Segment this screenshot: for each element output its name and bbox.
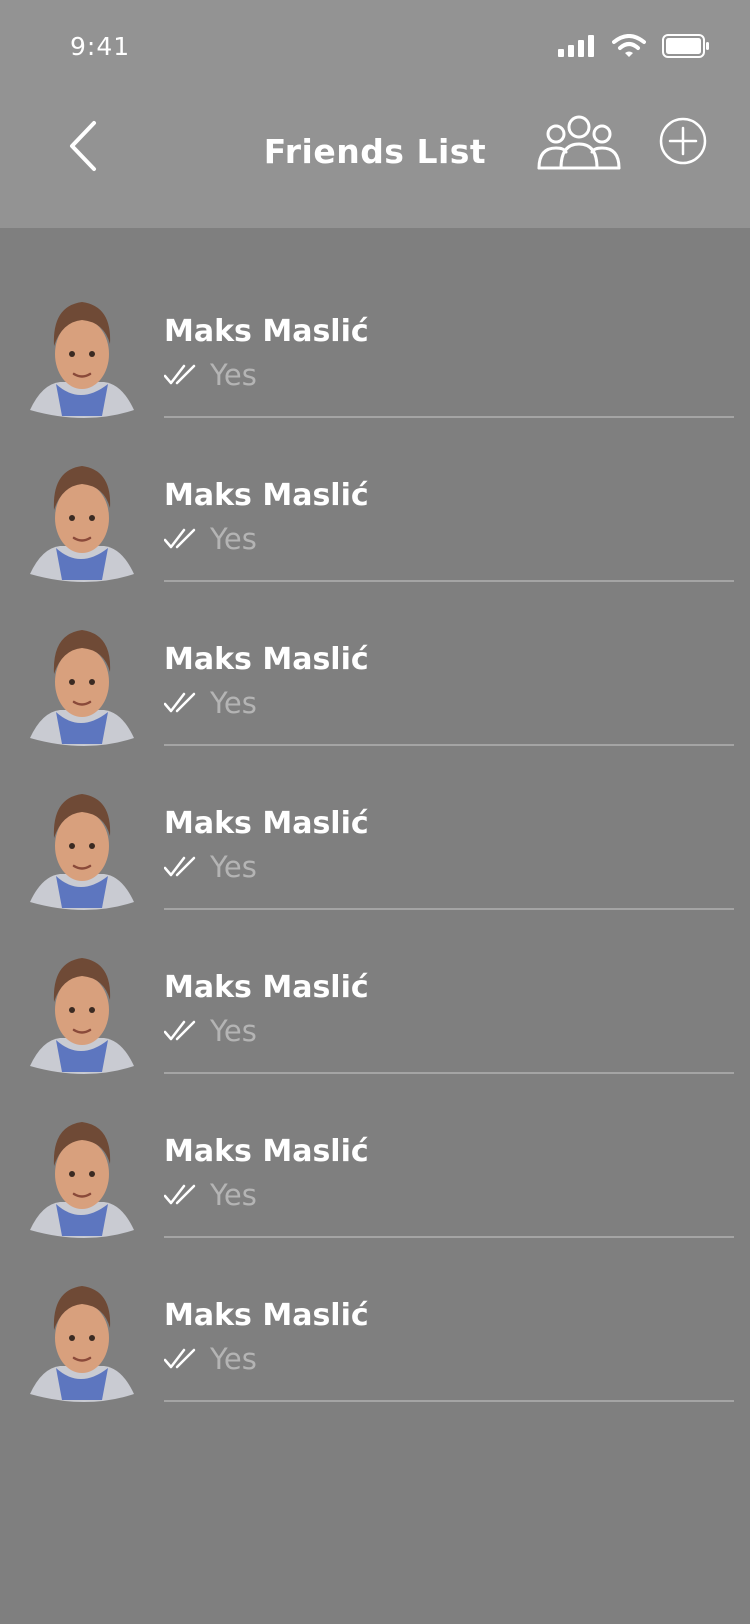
divider: [164, 744, 734, 746]
status-text: Yes: [210, 686, 257, 720]
friend-status: Yes: [164, 358, 257, 392]
double-check-icon: [164, 692, 196, 713]
list-item[interactable]: Maks Maslić Yes: [0, 920, 750, 1084]
friend-status: Yes: [164, 522, 257, 556]
plus-circle-icon: [659, 117, 707, 165]
status-text: Yes: [210, 522, 257, 556]
list-item[interactable]: Maks Maslić Yes: [0, 428, 750, 592]
status-text: Yes: [210, 850, 257, 884]
app-header: 9:41 Friends List: [0, 0, 750, 228]
list-item[interactable]: Maks Maslić Yes: [0, 592, 750, 756]
friend-status: Yes: [164, 1342, 257, 1376]
status-text: Yes: [210, 1178, 257, 1212]
double-check-icon: [164, 364, 196, 385]
divider: [164, 416, 734, 418]
group-icon: [537, 115, 621, 170]
status-text: Yes: [210, 1342, 257, 1376]
divider: [164, 1072, 734, 1074]
battery-icon: [662, 34, 709, 58]
friend-name: Maks Maslić: [164, 314, 369, 349]
friend-name: Maks Maslić: [164, 642, 369, 677]
friend-name: Maks Maslić: [164, 806, 369, 841]
status-text: Yes: [210, 1014, 257, 1048]
divider: [164, 580, 734, 582]
friend-status: Yes: [164, 1178, 257, 1212]
friends-list: Maks Maslić Yes Maks Maslić Yes Maks Mas…: [0, 264, 750, 1412]
group-button[interactable]: [536, 112, 622, 174]
avatar: [30, 1122, 134, 1238]
double-check-icon: [164, 1020, 196, 1041]
list-item[interactable]: Maks Maslić Yes: [0, 1084, 750, 1248]
friend-name: Maks Maslić: [164, 1134, 369, 1169]
avatar: [30, 1286, 134, 1402]
friend-name: Maks Maslić: [164, 970, 369, 1005]
avatar: [30, 630, 134, 746]
friend-status: Yes: [164, 850, 257, 884]
avatar: [30, 466, 134, 582]
list-item[interactable]: Maks Maslić Yes: [0, 1248, 750, 1412]
divider: [164, 1236, 734, 1238]
double-check-icon: [164, 1184, 196, 1205]
divider: [164, 908, 734, 910]
friend-name: Maks Maslić: [164, 1298, 369, 1333]
status-time: 9:41: [70, 32, 131, 61]
list-item[interactable]: Maks Maslić Yes: [0, 264, 750, 428]
double-check-icon: [164, 1348, 196, 1369]
signal-icon: [558, 35, 594, 57]
divider: [164, 1400, 734, 1402]
status-text: Yes: [210, 358, 257, 392]
status-icons: [558, 34, 710, 58]
double-check-icon: [164, 856, 196, 877]
avatar: [30, 302, 134, 418]
page-title: Friends List: [263, 132, 487, 171]
add-friend-button[interactable]: [658, 116, 708, 166]
double-check-icon: [164, 528, 196, 549]
avatar: [30, 794, 134, 910]
friend-status: Yes: [164, 1014, 257, 1048]
avatar: [30, 958, 134, 1074]
list-item[interactable]: Maks Maslić Yes: [0, 756, 750, 920]
friend-name: Maks Maslić: [164, 478, 369, 513]
friend-status: Yes: [164, 686, 257, 720]
wifi-icon: [612, 34, 646, 57]
